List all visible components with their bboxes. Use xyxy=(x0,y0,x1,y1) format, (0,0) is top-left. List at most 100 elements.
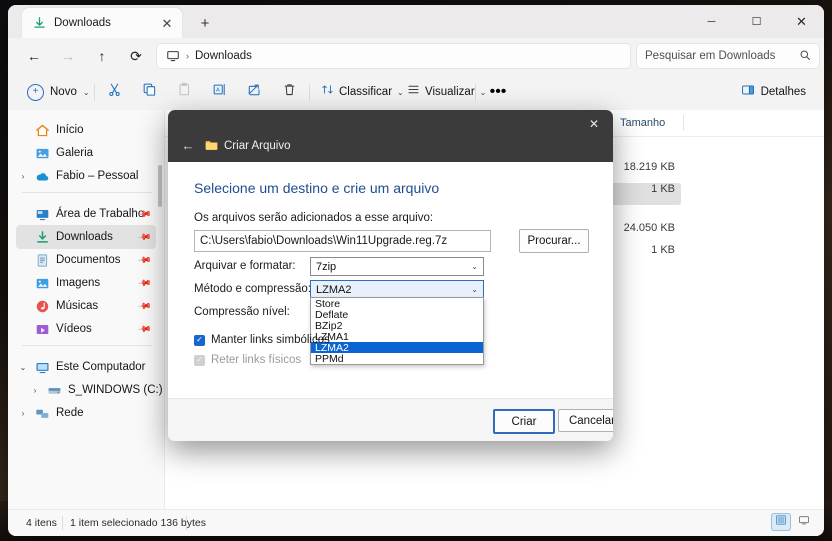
paste-icon xyxy=(177,82,192,102)
rename-button[interactable]: A xyxy=(205,80,233,104)
sidebar-item-downloads[interactable]: Downloads 📌 xyxy=(16,225,156,249)
back-button[interactable]: ← xyxy=(22,44,46,68)
sidebar-item-rede[interactable]: › Rede xyxy=(16,401,156,425)
search-input[interactable]: Pesquisar em Downloads xyxy=(645,50,799,62)
sidebar-item-label: Imagens xyxy=(56,277,101,289)
view-button[interactable]: Visualizar ⌄ xyxy=(400,80,493,104)
view-icon xyxy=(407,83,420,101)
dropdown-option-lzma2[interactable]: LZMA2 xyxy=(311,342,483,354)
cut-button[interactable] xyxy=(100,80,128,104)
sidebar-item-label: S_WINDOWS (C:) xyxy=(68,384,163,396)
keep-symlinks-row[interactable]: ✓ Manter links simbólicos xyxy=(194,334,330,346)
sidebar-item-este-computador[interactable]: ⌄ Este Computador xyxy=(16,355,156,379)
pin-icon[interactable]: 📌 xyxy=(137,298,152,314)
delete-icon xyxy=(282,82,297,102)
dialog-heading: Selecione um destino e crie um arquivo xyxy=(194,180,440,196)
sidebar-item-label: Vídeos xyxy=(56,323,92,335)
separator xyxy=(94,84,95,101)
new-button-label: Novo xyxy=(50,86,77,98)
sort-button[interactable]: Classificar ⌄ xyxy=(314,80,411,104)
status-bar: 4 itens 1 item selecionado 136 bytes xyxy=(8,509,824,536)
format-select[interactable]: 7zip ⌄ xyxy=(310,257,484,276)
breadcrumb[interactable]: Downloads xyxy=(195,50,252,62)
sidebar-item-inicio[interactable]: Início xyxy=(16,118,156,142)
download-icon xyxy=(32,16,46,30)
create-button[interactable]: Criar xyxy=(493,409,555,434)
videos-icon xyxy=(34,321,50,337)
sidebar-item-area-de-trabalho[interactable]: Área de Trabalho 📌 xyxy=(16,202,156,226)
tab-downloads[interactable]: Downloads ✕ xyxy=(22,8,182,38)
sidebar-item-videos[interactable]: Vídeos 📌 xyxy=(16,317,156,341)
dropdown-option-store[interactable]: Store xyxy=(311,298,483,310)
share-button[interactable] xyxy=(240,80,268,104)
sort-label: Classificar xyxy=(339,86,393,98)
copy-icon xyxy=(142,82,157,102)
back-button[interactable]: ← xyxy=(176,135,200,155)
dropdown-option-lzma1[interactable]: LZMA1 xyxy=(311,331,483,343)
search-box[interactable]: Pesquisar em Downloads xyxy=(636,43,820,69)
details-view-icon xyxy=(775,513,787,531)
details-label: Detalhes xyxy=(760,86,806,98)
item-count: 4 itens xyxy=(26,517,57,529)
sidebar-item-galeria[interactable]: Galeria xyxy=(16,141,156,165)
method-dropdown-list[interactable]: Store Deflate BZip2 LZMA1 LZMA2 PPMd xyxy=(310,297,484,365)
checkbox-keep-symlinks[interactable]: ✓ xyxy=(194,334,205,346)
expand-chevron-icon[interactable]: ⌄ xyxy=(16,363,30,372)
dropdown-option-bzip2[interactable]: BZip2 xyxy=(311,320,483,332)
close-icon[interactable]: ✕ xyxy=(160,16,174,30)
sidebar-item-imagens[interactable]: Imagens 📌 xyxy=(16,271,156,295)
expand-chevron-icon[interactable]: › xyxy=(16,172,30,181)
window-controls: ─ ☐ ✕ xyxy=(689,5,824,38)
archive-path-input[interactable]: C:\Users\fabio\Downloads\Win11Upgrade.re… xyxy=(194,230,491,252)
close-icon[interactable]: ✕ xyxy=(579,113,609,135)
dropdown-option-ppmd[interactable]: PPMd xyxy=(311,353,483,365)
dialog-titlebar: ✕ ← Criar Arquivo xyxy=(168,110,613,162)
address-bar[interactable]: › Downloads xyxy=(156,43,631,69)
keep-symlinks-label: Manter links simbólicos xyxy=(211,334,330,346)
divider xyxy=(22,345,152,346)
expand-chevron-icon[interactable]: › xyxy=(16,409,30,418)
window-titlebar: Downloads ✕ + ─ ☐ ✕ xyxy=(8,5,824,38)
up-button[interactable]: ↑ xyxy=(90,44,114,68)
chevron-down-icon: ⌄ xyxy=(471,285,478,294)
pin-icon[interactable]: 📌 xyxy=(137,321,152,337)
format-label: Arquivar e formatar: xyxy=(194,260,296,272)
sidebar-item-label: Downloads xyxy=(56,231,113,243)
paste-button xyxy=(170,80,198,104)
column-divider[interactable] xyxy=(683,115,684,131)
column-header-tamanho[interactable]: Tamanho xyxy=(620,117,665,129)
copy-button[interactable] xyxy=(135,80,163,104)
method-value: LZMA2 xyxy=(316,283,352,296)
view-label: Visualizar xyxy=(425,86,475,98)
delete-button[interactable] xyxy=(275,80,303,104)
documents-icon xyxy=(34,252,50,268)
maximize-button[interactable]: ☐ xyxy=(734,5,779,38)
more-options-button[interactable]: ••• xyxy=(482,80,514,104)
pin-icon[interactable]: 📌 xyxy=(137,252,152,268)
sidebar-item-label: Documentos xyxy=(56,254,121,266)
close-window-button[interactable]: ✕ xyxy=(779,5,824,38)
sidebar-item-label: Este Computador xyxy=(56,361,146,373)
cancel-button[interactable]: Cancelar xyxy=(558,409,613,432)
tiles-view-button[interactable] xyxy=(794,513,814,531)
format-value: 7zip xyxy=(316,260,337,273)
divider xyxy=(186,516,187,530)
new-tab-button[interactable]: + xyxy=(194,12,216,34)
minimize-button[interactable]: ─ xyxy=(689,5,734,38)
details-pane-button[interactable]: Detalhes xyxy=(735,80,812,104)
expand-chevron-icon[interactable]: › xyxy=(28,386,42,395)
pin-icon[interactable]: 📌 xyxy=(137,275,152,291)
this-pc-icon xyxy=(34,359,50,375)
details-view-button[interactable] xyxy=(771,513,791,531)
browse-button[interactable]: Procurar... xyxy=(519,229,589,253)
forward-button[interactable]: → xyxy=(56,44,80,68)
new-button[interactable]: + Novo ⌄ xyxy=(20,80,97,104)
nav-scrollbar-thumb[interactable] xyxy=(158,165,162,207)
refresh-button[interactable]: ⟳ xyxy=(124,44,148,68)
pin-icon[interactable]: 📌 xyxy=(137,229,152,245)
sidebar-item-documentos[interactable]: Documentos 📌 xyxy=(16,248,156,272)
sidebar-item-musicas[interactable]: Músicas 📌 xyxy=(16,294,156,318)
dropdown-option-deflate[interactable]: Deflate xyxy=(311,309,483,321)
sidebar-item-s-windows-c[interactable]: › S_WINDOWS (C:) xyxy=(28,378,163,402)
sidebar-item-onedrive[interactable]: › Fabio – Pessoal xyxy=(16,164,156,188)
